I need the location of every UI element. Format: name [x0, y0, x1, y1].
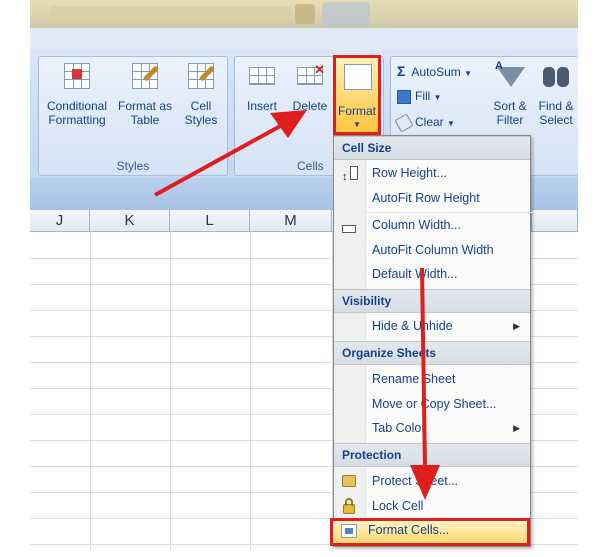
find-select-label: Find & Select — [538, 99, 574, 127]
menu-section-organize-sheets: Organize Sheets — [334, 341, 530, 365]
fill-down-icon — [397, 89, 411, 104]
menu-item-rename-sheet[interactable]: Rename Sheet — [334, 367, 530, 392]
delete-cells-icon: ✕ — [293, 61, 327, 93]
format-icon — [344, 64, 372, 90]
format-as-table-button[interactable]: Format as Table — [117, 61, 173, 127]
column-width-icon: ↔ — [340, 217, 358, 233]
sort-filter-icon: A — [493, 60, 527, 93]
column-header-j[interactable]: J — [30, 210, 90, 232]
conditional-formatting-button[interactable]: Conditional Formatting — [41, 61, 113, 127]
ribbon-tab-strip — [30, 28, 578, 50]
column-header-next[interactable] — [532, 210, 578, 232]
column-header-m[interactable]: M — [250, 210, 332, 232]
cell-styles-label: Cell Styles — [184, 99, 218, 127]
sort-filter-label: Sort & Filter — [493, 99, 527, 127]
menu-section-cell-size: Cell Size — [334, 136, 530, 160]
lock-icon — [340, 498, 358, 514]
fill-label: Fill — [415, 89, 431, 103]
autosum-label: AutoSum — [411, 65, 461, 79]
insert-label: Insert — [246, 99, 277, 113]
sort-filter-button[interactable]: A Sort & Filter — [487, 60, 533, 127]
binoculars-icon — [539, 61, 573, 93]
menu-item-tab-color[interactable]: Tab Color ▶ — [334, 416, 530, 441]
format-as-table-label: Format as Table — [117, 99, 172, 127]
delete-button[interactable]: ✕ Delete — [287, 61, 333, 114]
cell-styles-button[interactable]: Cell Styles — [177, 61, 225, 127]
find-select-button[interactable]: Find & Select — [533, 61, 579, 127]
format-as-table-icon — [128, 61, 162, 93]
menu-item-default-width[interactable]: Default Width... — [334, 262, 530, 287]
cell-styles-icon — [184, 61, 218, 93]
styles-group-label: Styles — [116, 159, 150, 173]
sigma-icon: Σ — [397, 63, 406, 79]
window-title-bar — [30, 0, 578, 28]
clear-button[interactable]: Clear ▼ — [394, 113, 455, 133]
menu-item-protect-sheet[interactable]: Protect Sheet... — [334, 469, 530, 494]
column-header-l[interactable]: L — [170, 210, 250, 232]
row-height-icon: ↕ — [340, 165, 358, 183]
menu-item-hide-unhide[interactable]: Hide & Unhide ▶ — [334, 314, 530, 339]
protect-sheet-icon — [340, 473, 358, 489]
conditional-formatting-label: Conditional Formatting — [46, 99, 108, 127]
menu-section-protection: Protection — [334, 443, 530, 467]
menu-item-row-height[interactable]: ↕ Row Height... — [334, 161, 530, 186]
menu-item-autofit-column-width[interactable]: AutoFit Column Width — [334, 238, 530, 263]
fill-button[interactable]: Fill ▼ — [397, 89, 442, 104]
format-dropdown-icon: ▼ — [353, 120, 361, 129]
eraser-icon — [394, 113, 414, 133]
menu-item-lock-cell[interactable]: Lock Cell — [334, 494, 530, 519]
menu-item-move-copy-sheet[interactable]: Move or Copy Sheet... — [334, 392, 530, 417]
column-header-k[interactable]: K — [90, 210, 170, 232]
title-button-blurred — [322, 2, 370, 26]
menu-item-format-cells[interactable]: Format Cells... — [330, 518, 530, 546]
insert-button[interactable]: Insert — [239, 61, 285, 113]
conditional-formatting-icon — [60, 61, 94, 93]
autosum-button[interactable]: Σ AutoSum ▼ — [397, 63, 472, 79]
menu-section-visibility: Visibility — [334, 289, 530, 313]
clear-label: Clear — [415, 115, 444, 129]
submenu-arrow-icon: ▶ — [513, 321, 520, 331]
format-button[interactable]: Format ▼ — [333, 55, 381, 135]
menu-item-column-width[interactable]: ↔ Column Width... — [334, 213, 530, 238]
delete-label: Delete — [292, 99, 328, 113]
styles-group: Conditional Formatting Format as Table C… — [38, 56, 228, 176]
format-label: Format — [337, 104, 376, 118]
menu-item-autofit-row-height[interactable]: AutoFit Row Height — [334, 186, 530, 211]
format-cells-icon — [341, 524, 359, 540]
insert-cells-icon — [245, 61, 279, 93]
format-dropdown-menu: Cell Size ↕ Row Height... AutoFit Row He… — [330, 135, 532, 547]
title-text-blurred — [50, 6, 290, 22]
submenu-arrow-icon: ▶ — [513, 423, 520, 433]
title-icon-blurred — [295, 4, 315, 24]
